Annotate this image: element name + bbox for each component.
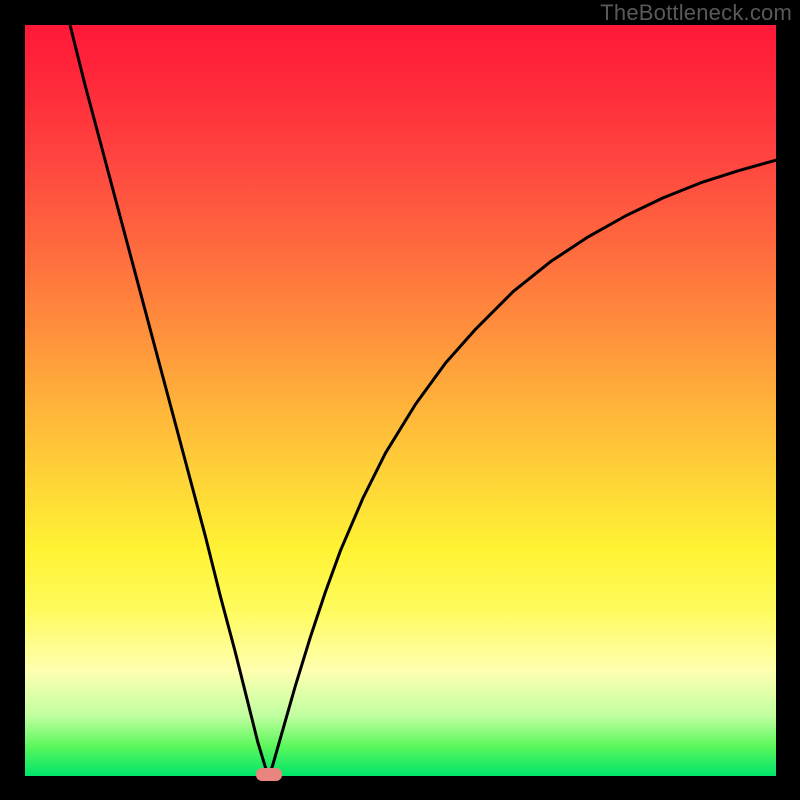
optimal-marker	[256, 768, 282, 781]
chart-container: TheBottleneck.com	[0, 0, 800, 800]
watermark-text: TheBottleneck.com	[600, 0, 792, 26]
bottleneck-curve	[70, 25, 776, 776]
curve-svg	[25, 25, 776, 776]
